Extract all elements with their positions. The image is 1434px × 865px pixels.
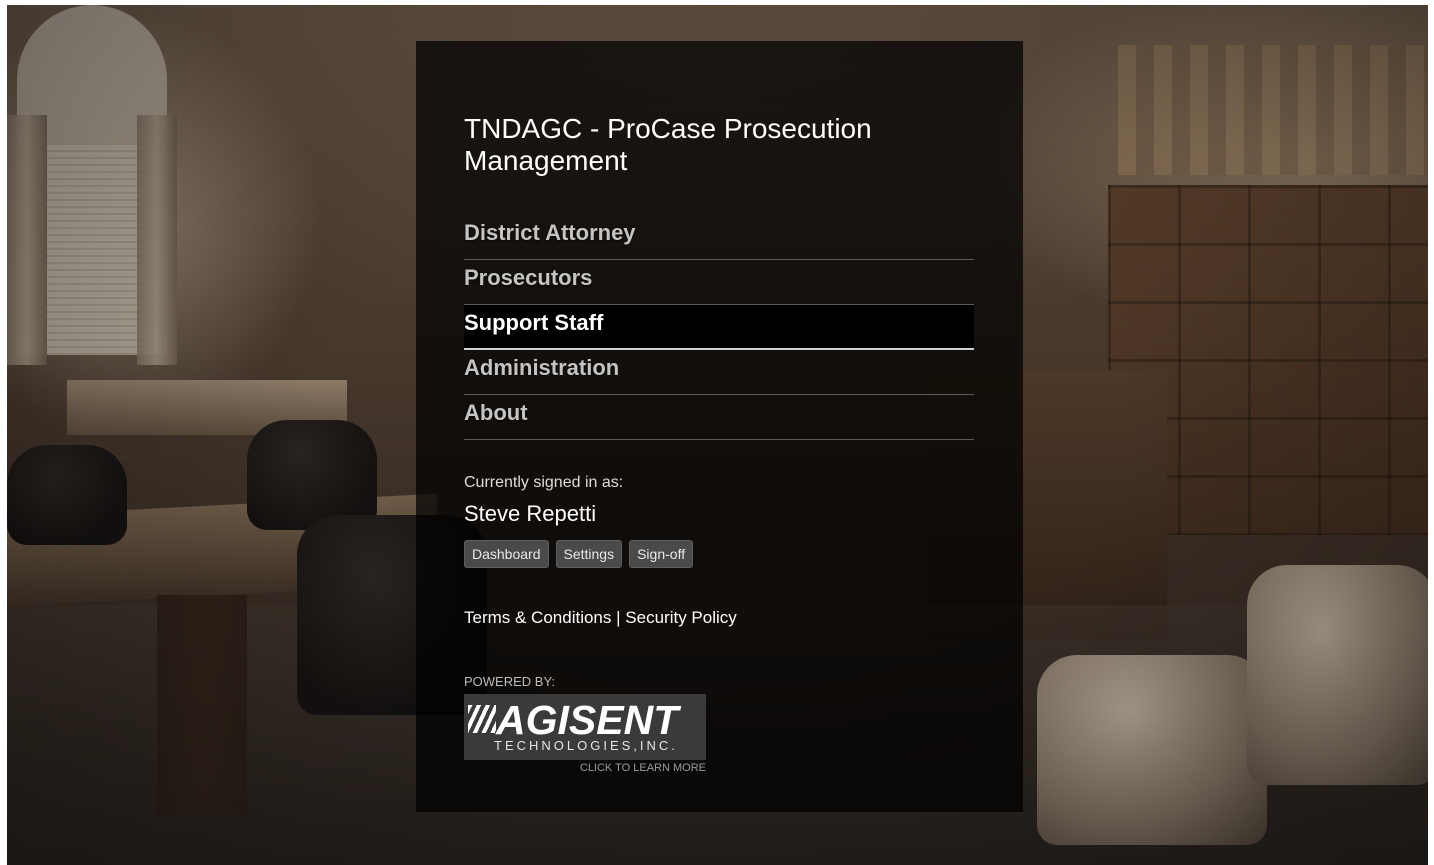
nav-item-support-staff[interactable]: Support Staff [464,305,974,350]
user-actions: Dashboard Settings Sign-off [464,540,974,568]
main-panel: TNDAGC - ProCase Prosecution Management … [416,41,1023,812]
policy-links: Terms & Conditions | Security Policy [464,608,974,628]
agisent-logo[interactable]: AGISENT TECHNOLOGIES,INC. [464,694,706,760]
nav-item-administration[interactable]: Administration [464,350,974,395]
settings-button[interactable]: Settings [555,540,623,568]
signed-in-label: Currently signed in as: [464,474,624,491]
nav-item-about[interactable]: About [464,395,974,440]
user-name: Steve Repetti [464,501,597,526]
nav-item-prosecutors[interactable]: Prosecutors [464,260,974,305]
terms-link[interactable]: Terms & Conditions [464,608,611,627]
main-nav: District Attorney Prosecutors Support St… [464,215,974,440]
panel-content: TNDAGC - ProCase Prosecution Management … [464,113,974,774]
link-separator: | [616,608,621,627]
nav-item-district-attorney[interactable]: District Attorney [464,215,974,260]
logo-subtitle: TECHNOLOGIES,INC. [494,738,678,753]
powered-by-label: POWERED BY: [464,674,556,689]
app-title: TNDAGC - ProCase Prosecution Management [464,113,872,176]
dashboard-button[interactable]: Dashboard [464,540,549,568]
sign-off-button[interactable]: Sign-off [629,540,694,568]
learn-more-link[interactable]: CLICK TO LEARN MORE [464,762,706,774]
logo-wordmark: AGISENT [496,697,679,743]
security-policy-link[interactable]: Security Policy [625,608,736,627]
